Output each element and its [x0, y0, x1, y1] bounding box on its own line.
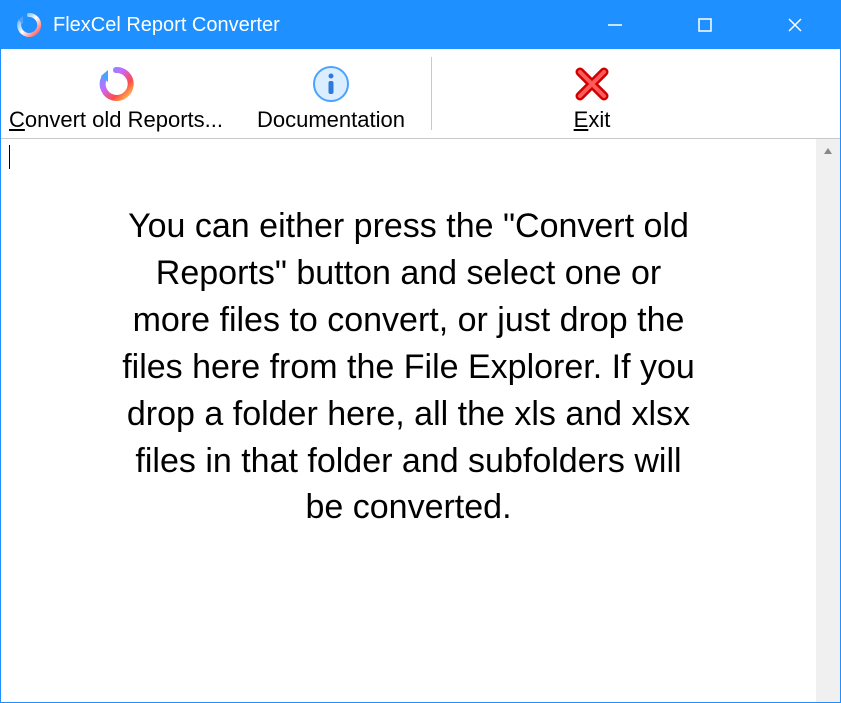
documentation-button-label: Documentation — [257, 108, 405, 132]
toolbar: Convert old Reports... Documentation Exi… — [1, 49, 840, 139]
app-icon — [15, 11, 43, 39]
titlebar: FlexCel Report Converter — [1, 1, 840, 49]
convert-old-reports-button[interactable]: Convert old Reports... — [1, 49, 231, 138]
refresh-icon — [96, 62, 136, 106]
vertical-scrollbar[interactable] — [816, 139, 840, 702]
exit-button[interactable]: Exit — [432, 49, 752, 138]
exit-button-label: Exit — [574, 108, 611, 132]
window-title: FlexCel Report Converter — [53, 14, 280, 37]
instructions-text: You can either press the "Convert old Re… — [7, 143, 810, 551]
documentation-button[interactable]: Documentation — [231, 49, 431, 138]
minimize-button[interactable] — [570, 1, 660, 49]
maximize-button[interactable] — [660, 1, 750, 49]
convert-button-label: Convert old Reports... — [9, 108, 223, 132]
info-icon — [311, 62, 351, 106]
close-button[interactable] — [750, 1, 840, 49]
scroll-up-arrow-icon[interactable] — [816, 139, 840, 163]
drop-area[interactable]: You can either press the "Convert old Re… — [1, 139, 816, 702]
close-x-icon — [572, 62, 612, 106]
text-caret — [9, 145, 10, 169]
content-wrap: You can either press the "Convert old Re… — [1, 139, 840, 702]
